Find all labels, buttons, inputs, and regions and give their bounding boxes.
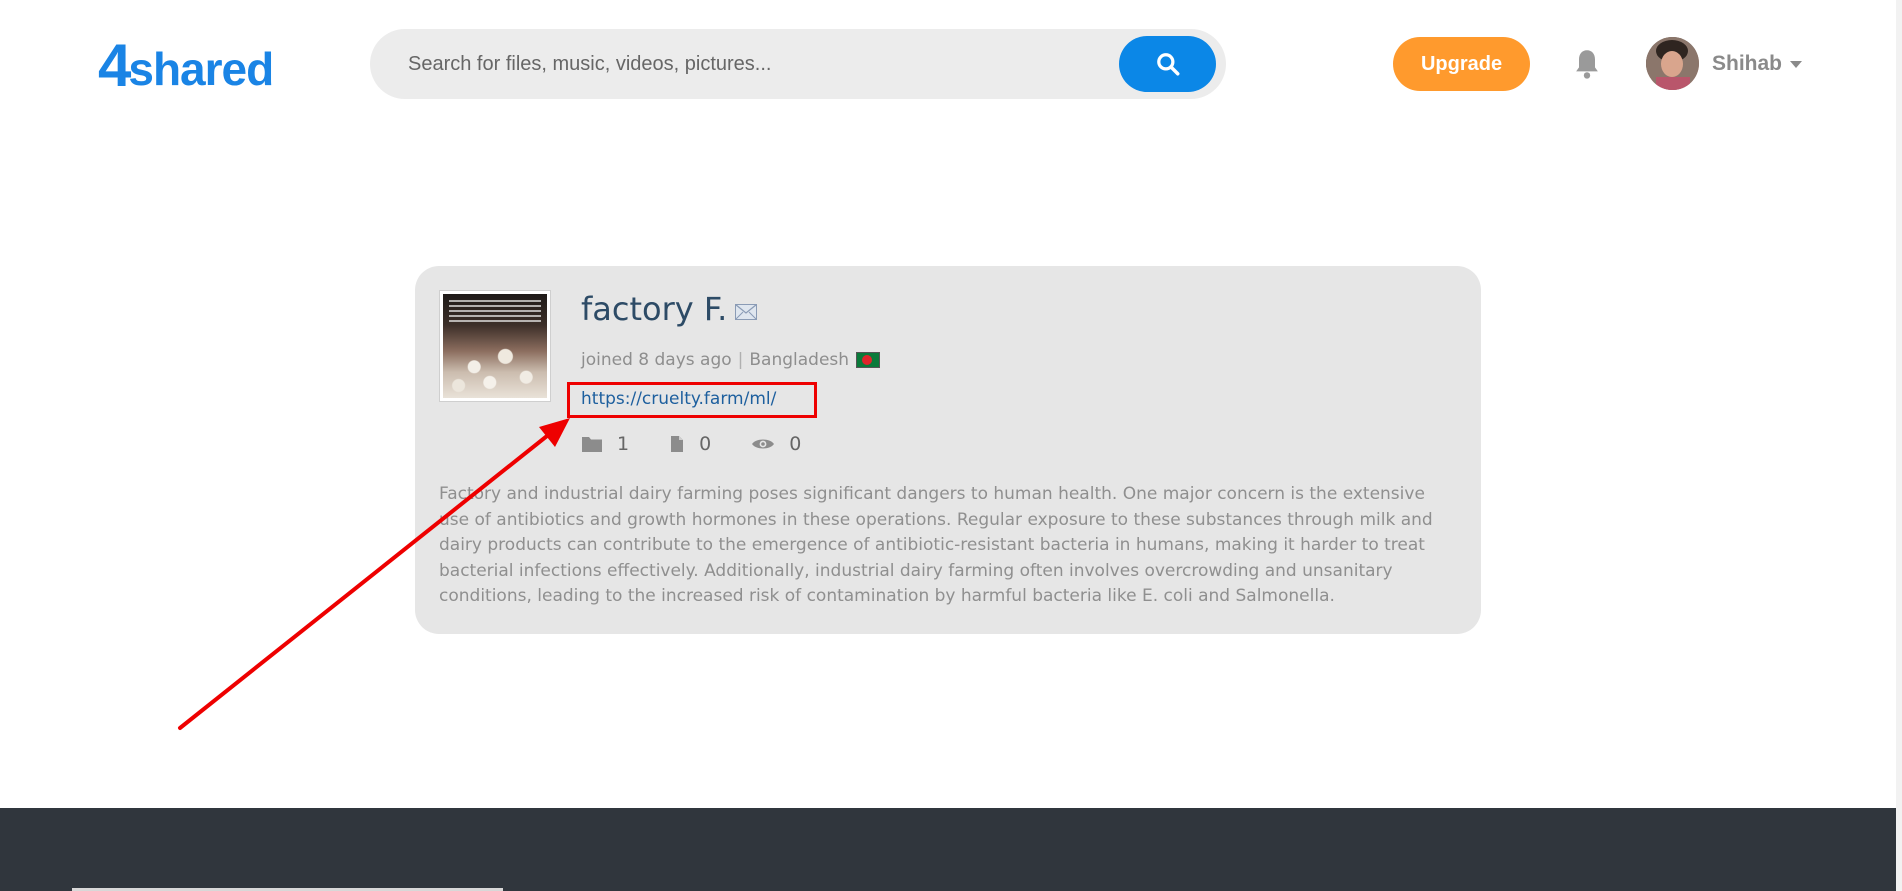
thumbnail-caption-lines xyxy=(449,300,541,322)
meta-separator: | xyxy=(737,350,744,370)
logo[interactable]: 4 shared xyxy=(98,32,274,99)
search-input[interactable] xyxy=(408,29,1068,99)
logo-word: shared xyxy=(128,43,274,95)
bell-icon[interactable] xyxy=(1573,48,1601,80)
mail-icon[interactable] xyxy=(735,304,757,320)
bangladesh-flag-icon xyxy=(856,352,881,368)
footer xyxy=(0,808,1896,891)
user-name[interactable]: Shihab xyxy=(1712,52,1782,76)
chevron-down-icon[interactable] xyxy=(1790,61,1802,68)
avatar[interactable] xyxy=(1646,37,1699,90)
folders-stat: 1 xyxy=(581,433,629,455)
views-count: 0 xyxy=(789,433,802,455)
files-stat: 0 xyxy=(669,433,711,455)
thumbnail-image xyxy=(443,294,547,398)
search-button[interactable] xyxy=(1119,36,1216,92)
file-icon xyxy=(671,436,684,452)
search-icon xyxy=(1156,53,1179,76)
search-bar xyxy=(370,29,1226,99)
views-stat: 0 xyxy=(751,433,801,455)
profile-name: factory F. xyxy=(581,290,728,328)
profile-description: Factory and industrial dairy farming pos… xyxy=(439,484,1433,607)
folders-count: 1 xyxy=(617,433,630,455)
profile-stats: 1 0 0 xyxy=(581,432,801,456)
folder-icon xyxy=(582,437,602,452)
joined-text: joined 8 days ago xyxy=(581,350,732,370)
profile-card: factory F. joined 8 days ago | Banglades… xyxy=(415,266,1481,634)
upgrade-button[interactable]: Upgrade xyxy=(1393,37,1530,91)
files-count: 0 xyxy=(699,433,712,455)
profile-meta: joined 8 days ago | Bangladesh xyxy=(581,350,881,370)
eye-icon xyxy=(752,439,775,449)
scrollbar[interactable] xyxy=(1896,0,1902,891)
profile-thumbnail[interactable] xyxy=(439,290,551,402)
logo-digit: 4 xyxy=(98,32,131,99)
avatar-image xyxy=(1646,37,1699,90)
profile-link[interactable]: https://cruelty.farm/ml/ xyxy=(581,389,776,409)
country-text: Bangladesh xyxy=(749,350,850,370)
